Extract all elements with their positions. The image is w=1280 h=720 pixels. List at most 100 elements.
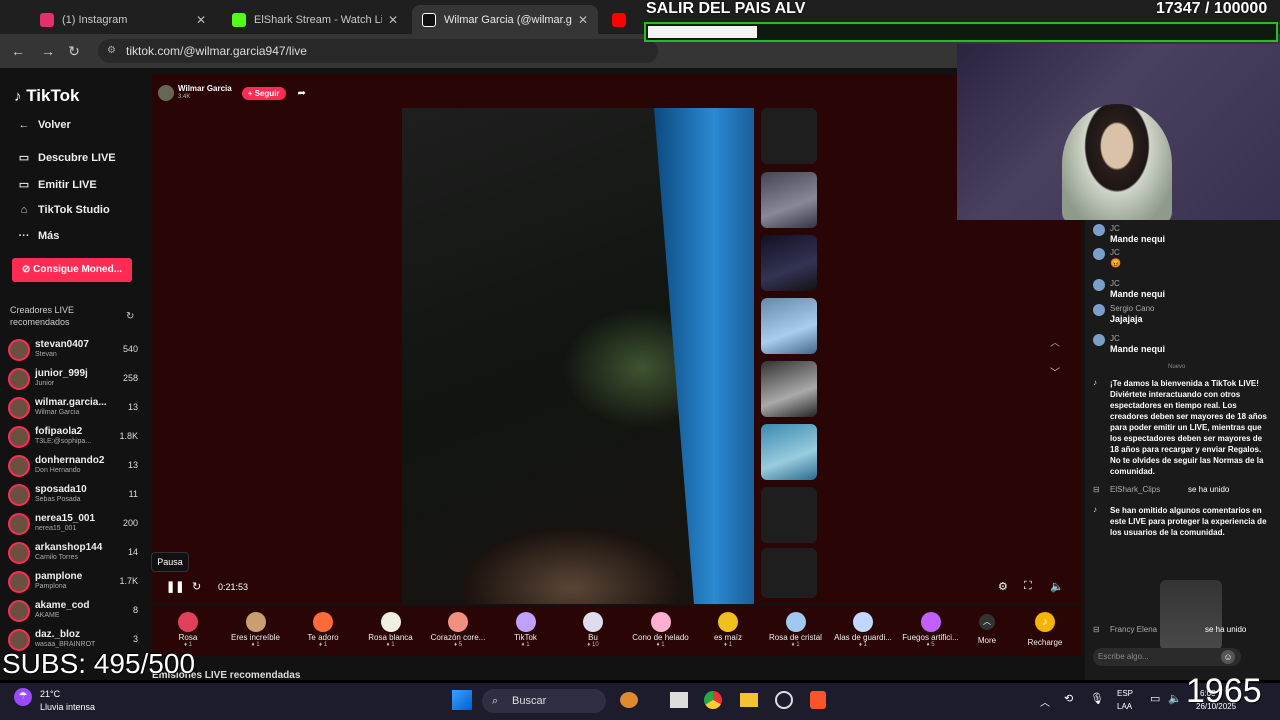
viewer-count: 3 [132,634,138,644]
folder-icon[interactable] [740,693,758,707]
mic-icon[interactable]: 🎙 [1090,692,1104,705]
recommended-lives-row: Emisiones LIVE recomendadas [152,656,1082,681]
creator-item[interactable]: donhernando2 Don Hernando 13 [8,453,140,479]
tiktok-logo[interactable]: ♪ TikTok [14,86,79,106]
forward-icon[interactable]: → [40,43,56,59]
gift-item[interactable]: Bu ♦ 10 [560,612,626,648]
chevron-up-icon[interactable]: ︿ [1050,334,1060,349]
nav-emitir-live[interactable]: ▭ Emitir LIVE [16,178,97,192]
chrome-icon[interactable] [704,691,722,709]
gift-label: Corazón core... [430,633,486,642]
volume-icon[interactable]: 🔈 [1168,692,1182,705]
chat-input[interactable]: Escribe algo... [1093,648,1241,666]
gift-icon [718,612,738,632]
sync-icon[interactable]: ⟲ [1064,692,1073,705]
chat-username[interactable]: JC [1110,248,1120,257]
tab-instagram[interactable]: (1) Instagram ✕ [30,5,216,34]
creator-item[interactable]: nerea15_001 nerea15_001 200 [8,511,140,537]
chevron-up-icon[interactable]: ︿ [1040,694,1050,709]
keyboard-layout[interactable]: LAA [1117,702,1132,711]
nav-tiktok-studio[interactable]: ⌂ TikTok Studio [16,204,110,216]
avatar[interactable] [1093,279,1105,291]
back-arrow-icon: ← [18,119,30,131]
refresh-icon[interactable]: ↻ [126,311,134,322]
refresh-icon[interactable]: ↻ [192,580,201,593]
fruit-icon[interactable] [620,692,638,708]
weather-icon[interactable]: ☂ [14,688,32,706]
reload-icon[interactable]: ↻ [66,43,82,59]
back-icon[interactable]: ← [10,43,26,59]
chat-username[interactable]: JC [1110,334,1120,343]
pause-icon[interactable]: ❚❚ [166,580,184,593]
chat-message: JC Mande nequi [1093,334,1273,358]
gift-item[interactable]: TikTok ♦ 1 [493,612,559,648]
nav-descubre-live[interactable]: ▭ Descubre LIVE [16,151,116,165]
multi-guest-slot[interactable] [761,172,817,228]
nav-volver[interactable]: ← Volver [16,119,71,131]
avatar[interactable] [1093,248,1105,260]
network-icon[interactable]: ▭ [1150,692,1160,705]
app-icon[interactable] [775,691,793,709]
taskbar-search[interactable]: ⌕ Buscar [482,689,606,713]
gift-more-button[interactable]: ︿ More [954,614,1020,645]
get-coins-button[interactable]: ⊘ Consigue Moned... [12,258,132,282]
live-video[interactable] [402,108,754,604]
avatar[interactable] [1093,224,1105,236]
gift-item[interactable]: Rosa ♦ 1 [155,612,221,648]
chat-username[interactable]: JC [1110,279,1120,288]
tab-elshark[interactable]: ElShark Stream - Watch Live on ✕ [222,5,408,34]
share-icon[interactable]: ➦ [298,88,306,99]
gift-item[interactable]: Cono de helado ♦ 1 [628,612,694,648]
gift-item[interactable]: Corazón core... ♦ 5 [425,612,491,648]
chat-message: JC Mande nequi [1093,224,1273,248]
streamer-name[interactable]: Wilmar Garcia [178,85,232,93]
chat-username[interactable]: Sergio Cano [1110,304,1154,313]
join-message: ⊟ ElShark_Clips se ha unido [1093,485,1230,494]
avatar[interactable] [158,85,174,101]
recharge-button[interactable]: ♪ Recharge [1012,612,1078,647]
weather-temp: 21°C [40,689,61,699]
multi-guest-slot[interactable] [761,361,817,417]
close-icon[interactable]: ✕ [388,13,398,27]
avatar[interactable] [1093,334,1105,346]
close-icon[interactable]: ✕ [578,13,588,27]
creator-item[interactable]: wilmar.garcia... Wilmar Garcia 13 [8,395,140,421]
creator-item[interactable]: akame_cod AKAME 8 [8,598,140,624]
site-settings-icon[interactable]: ⚙ [107,39,116,63]
url-input[interactable]: ⚙ tiktok.com/@wilmar.garcia947/live [98,39,658,63]
language-indicator[interactable]: ESP [1117,689,1133,698]
multi-guest-slot[interactable] [761,108,817,164]
player-controls: ❚❚ ↻ 0:21:53 ⚙ ⛶ 🔈 [166,580,1076,598]
gift-item[interactable]: Eres increíble ♦ 1 [223,612,289,648]
emoji-icon[interactable]: ☺ [1221,650,1235,664]
multi-guest-slot[interactable] [761,235,817,291]
creator-item[interactable]: junior_999j Junior 258 [8,366,140,392]
nav-mas[interactable]: ··· Más [16,230,60,242]
gift-item[interactable]: Rosa de cristal ♦ 1 [763,612,829,648]
close-icon[interactable]: ✕ [196,13,206,27]
fullscreen-icon[interactable]: ⛶ [1024,580,1032,593]
task-view-icon[interactable] [670,692,688,708]
windows-start-icon[interactable] [452,690,472,710]
creator-item[interactable]: pamplone Pamplona 1.7K [8,569,140,595]
chat-username[interactable]: JC [1110,224,1120,233]
multi-guest-slot[interactable] [761,487,817,543]
creator-item[interactable]: fofipaola2 T3LE:@sophipa... 1.8K [8,424,140,450]
gift-item[interactable]: es maíz ♦ 1 [695,612,761,648]
multi-guest-slot[interactable] [761,298,817,354]
brave-icon[interactable] [810,691,826,709]
multi-guest-slot[interactable] [761,424,817,480]
creator-item[interactable]: stevan0407 Stevan 540 [8,337,140,363]
creator-item[interactable]: sposada10 Sebas Posada 11 [8,482,140,508]
gift-item[interactable]: Rosa blanca ♦ 1 [358,612,424,648]
gift-item[interactable]: Alas de guardi... ♦ 1 [830,612,896,648]
gift-item[interactable]: Te adoro ♦ 1 [290,612,356,648]
follow-button[interactable]: + Seguir [241,86,286,100]
creator-item[interactable]: arkanshop144 Camilo Torres 14 [8,540,140,566]
settings-icon[interactable]: ⚙ [998,580,1008,593]
chevron-down-icon[interactable]: ﹀ [1050,364,1060,379]
tab-tiktok[interactable]: Wilmar Garcia (@wilmar.garcia ✕ [412,5,598,34]
tab-youtube[interactable] [602,5,640,34]
avatar[interactable] [1093,304,1105,316]
volume-icon[interactable]: 🔈 [1050,580,1064,593]
